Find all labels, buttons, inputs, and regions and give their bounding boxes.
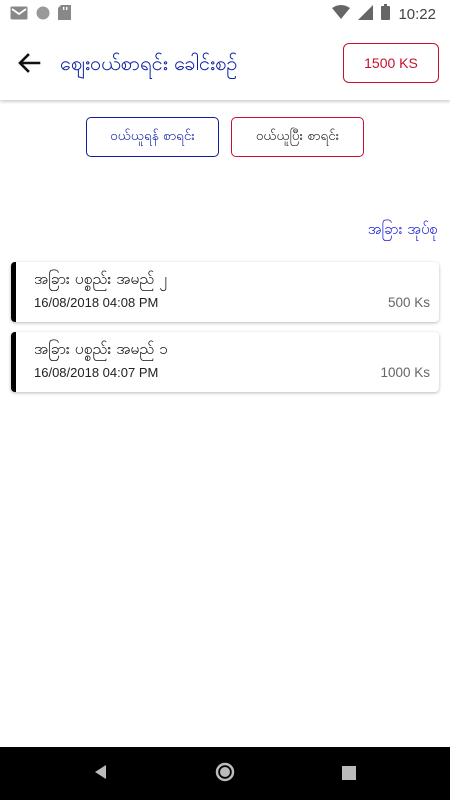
status-left-icons: [10, 5, 71, 24]
nav-recents-button[interactable]: [337, 762, 361, 786]
battery-icon: [381, 4, 391, 24]
app-bar: ဈေးဝယ်စာရင်း ခေါင်းစဉ် 1500 KS: [0, 26, 450, 100]
tab-to-buy[interactable]: ဝယ်ယူရန် စာရင်း: [86, 117, 219, 157]
nav-home-button[interactable]: [213, 762, 237, 786]
system-nav-bar: [0, 747, 450, 800]
item-name: အခြား ပစ္စည်း အမည် ၁: [34, 340, 168, 358]
status-bar: 10:22: [0, 0, 450, 26]
list-item[interactable]: အခြား ပစ္စည်း အမည် ၂ 16/08/2018 04:08 PM…: [11, 262, 439, 322]
square-recents-icon: [342, 765, 356, 784]
group-label[interactable]: အခြား အုပ်စု: [368, 220, 438, 242]
item-price: 500 Ks: [387, 295, 430, 310]
gmail-icon: [10, 5, 28, 24]
sd-card-icon: [58, 5, 71, 24]
page-title: ဈေးဝယ်စာရင်း ခေါင်းစဉ်: [60, 51, 238, 75]
home-circle-icon: [214, 761, 236, 787]
arrow-left-icon: [14, 53, 44, 82]
tab-bought[interactable]: ဝယ်ယူပြီး စာရင်း: [231, 117, 364, 157]
item-name: အခြား ပစ္စည်း အမည် ၂: [34, 270, 167, 288]
wifi-icon: [332, 4, 351, 24]
list-item[interactable]: အခြား ပစ္စည်း အမည် ၁ 16/08/2018 04:07 PM…: [11, 332, 439, 392]
signal-icon: [358, 4, 374, 24]
status-right-icons: 10:22: [332, 4, 436, 24]
back-button[interactable]: [14, 48, 44, 78]
item-date: 16/08/2018 04:07 PM: [34, 365, 159, 380]
balance-button[interactable]: 1500 KS: [343, 43, 439, 83]
circle-icon: [36, 5, 50, 24]
triangle-back-icon: [93, 764, 107, 784]
nav-back-button[interactable]: [88, 762, 112, 786]
item-date: 16/08/2018 04:08 PM: [34, 295, 159, 310]
status-time: 10:22: [398, 5, 436, 23]
item-price: 1000 Ks: [380, 365, 430, 380]
